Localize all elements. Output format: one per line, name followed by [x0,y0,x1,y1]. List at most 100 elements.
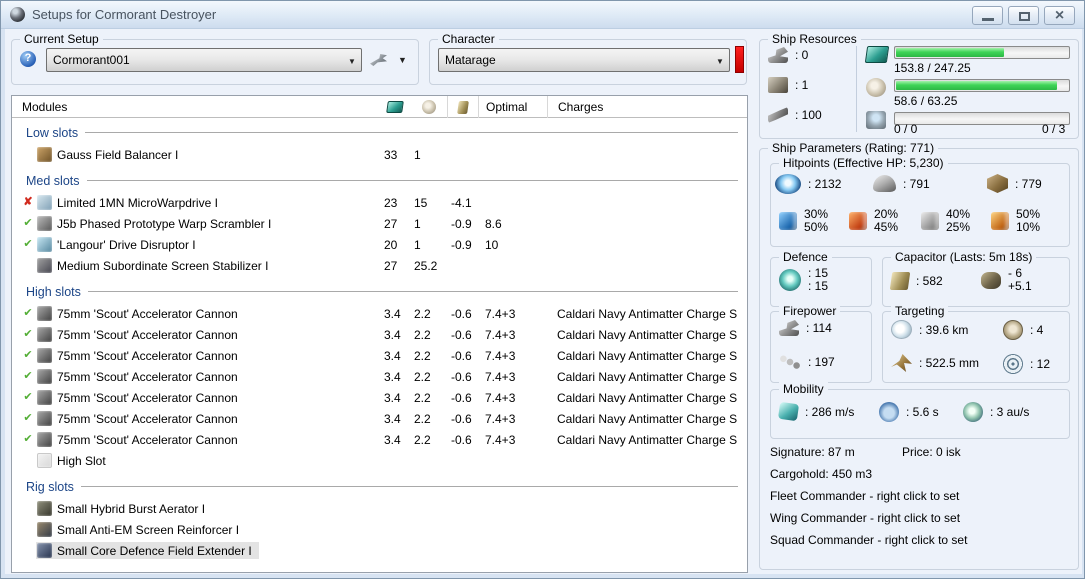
cap-usage: -0.6 [451,306,472,321]
slot-section-header: High slots [12,280,747,303]
turret-volley-icon [779,320,799,336]
column-optimal: Optimal [478,96,547,118]
em-armor-resist: 50% [804,220,829,234]
powergrid-usage: 1 [414,237,421,252]
capacitor-group: Capacitor (Lasts: 5m 18s) : 582 - 6 +5.1 [882,250,1070,307]
module-name: 75mm 'Scout' Accelerator Cannon [57,348,238,363]
max-velocity-icon [777,401,800,422]
cap-usage: -0.6 [451,411,472,426]
module-name: Small Hybrid Burst Aerator I [57,501,206,516]
module-row[interactable]: Small Hybrid Burst Aerator I [12,498,747,519]
slot-section-label: Rig slots [26,479,74,494]
character-alert-indicator [735,46,744,73]
squad-commander-text[interactable]: Squad Commander - right click to set [770,533,967,547]
mobility-label: Mobility [779,382,828,396]
module-row[interactable]: 75mm 'Scout' Accelerator Cannon 3.4 2.2 … [12,345,747,366]
powergrid-usage: 1 [414,147,421,162]
content-area: Current Setup Cormorant001 Character Mat… [5,29,1082,574]
maximize-icon [1019,12,1030,21]
firepower-group: Firepower : 114 : 197 [770,304,872,383]
character-value: Matarage [445,53,496,67]
module-row[interactable]: 75mm 'Scout' Accelerator Cannon 3.4 2.2 … [12,324,747,345]
capacitor-icon [889,272,911,290]
cpu-usage-text: 153.8 / 247.25 [894,61,971,75]
shield-hp-icon [775,174,801,194]
module-name: Small Anti-EM Screen Reinforcer I [57,522,240,537]
cap-usage: -0.6 [451,390,472,405]
cpu-usage: 33 [384,147,398,162]
targeting-range-value: : 39.6 km [919,322,969,337]
setup-menu-button[interactable] [394,51,412,69]
wing-commander-text[interactable]: Wing Commander - right click to set [770,511,960,525]
thermal-armor-resist: 45% [874,220,899,234]
cap-usage: -0.9 [451,237,472,252]
module-row[interactable]: J5b Phased Prototype Warp Scrambler I 27… [12,213,747,234]
cpu-bar [894,46,1070,59]
module-row[interactable]: 'Langour' Drive Disruptor I 20 1 -0.9 10 [12,234,747,255]
module-row[interactable]: 75mm 'Scout' Accelerator Cannon 3.4 2.2 … [12,303,747,324]
slot-section-header: Low slots [12,121,747,144]
module-row[interactable]: 75mm 'Scout' Accelerator Cannon 3.4 2.2 … [12,366,747,387]
cpu-usage: 3.4 [384,432,401,447]
drive-disruptor-icon [37,237,52,252]
max-velocity-value: : 286 m/s [805,404,855,419]
ship-resources-group: Ship Resources : 0 : 1 : 100 153.8 / 247… [759,32,1079,139]
max-targets-icon [1003,320,1023,340]
module-row[interactable]: 75mm 'Scout' Accelerator Cannon 3.4 2.2 … [12,429,747,450]
close-button[interactable] [1044,6,1075,25]
module-row[interactable]: Limited 1MN MicroWarpdrive I 23 15 -4.1 [12,192,747,213]
cap-usage: -0.6 [451,348,472,363]
status-icon [20,432,36,447]
powergrid-usage: 15 [414,195,428,210]
optimal-range: 7.4+3 [485,348,516,363]
powergrid-usage: 2.2 [414,348,431,363]
empty-high-slot-icon [37,453,52,468]
module-row[interactable]: Small Core Defence Field Extender I [12,540,747,561]
targeting-range-icon [891,320,912,339]
ship-parameters-group: Ship Parameters (Rating: 771) Hitpoints … [759,141,1079,570]
powergrid-column-icon [410,96,447,118]
warp-scrambler-icon [37,216,52,231]
character-group: Character Matarage [429,32,747,85]
current-setup-select[interactable]: Cormorant001 [46,48,362,72]
module-name: 'Langour' Drive Disruptor I [57,237,196,252]
capacitor-label: Capacitor (Lasts: 5m 18s) [891,250,1037,264]
module-name: 75mm 'Scout' Accelerator Cannon [57,306,238,321]
setup-tools-button[interactable] [368,51,390,69]
price-text: Price: 0 isk [902,445,961,459]
armor-hp-value: : 791 [903,176,930,191]
drones-icon [866,111,886,129]
module-row[interactable]: 75mm 'Scout' Accelerator Cannon 3.4 2.2 … [12,387,747,408]
character-select[interactable]: Matarage [438,48,730,72]
status-icon [20,216,36,231]
cpu-usage: 27 [384,216,398,231]
turret-hardpoints-value: : 0 [795,48,809,62]
charge-name: Caldari Navy Antimatter Charge S [557,306,738,321]
kinetic-resistance-icon [921,212,939,230]
warp-speed-icon [963,402,983,422]
optimal-range: 7.4+3 [485,306,516,321]
module-row[interactable]: Gauss Field Balancer I 33 1 [12,144,747,165]
minimize-button[interactable] [972,6,1003,25]
thermal-resistance-icon [849,212,867,230]
module-row[interactable]: High Slot [12,450,747,471]
cpu-usage: 3.4 [384,327,401,342]
screen-stabilizer-icon [37,258,52,273]
maximize-button[interactable] [1008,6,1039,25]
fleet-commander-text[interactable]: Fleet Commander - right click to set [770,489,959,503]
title-bar[interactable]: Setups for Cormorant Destroyer [1,1,1084,29]
help-icon[interactable] [20,51,36,67]
scan-resolution-icon [891,354,912,372]
defence-group: Defence : 15 : 15 [770,250,872,307]
module-row[interactable]: 75mm 'Scout' Accelerator Cannon 3.4 2.2 … [12,408,747,429]
microwarpdrive-icon [37,195,52,210]
powergrid-bar [894,79,1070,92]
status-icon [20,369,36,384]
charge-name: Caldari Navy Antimatter Charge S [557,432,738,447]
cpu-usage: 20 [384,237,398,252]
powergrid-usage-text: 58.6 / 63.25 [894,94,958,108]
launcher-hardpoints-value: : 1 [795,78,809,92]
module-row[interactable]: Medium Subordinate Screen Stabilizer I 2… [12,255,747,276]
structure-hp-icon [987,174,1008,193]
module-row[interactable]: Small Anti-EM Screen Reinforcer I [12,519,747,540]
